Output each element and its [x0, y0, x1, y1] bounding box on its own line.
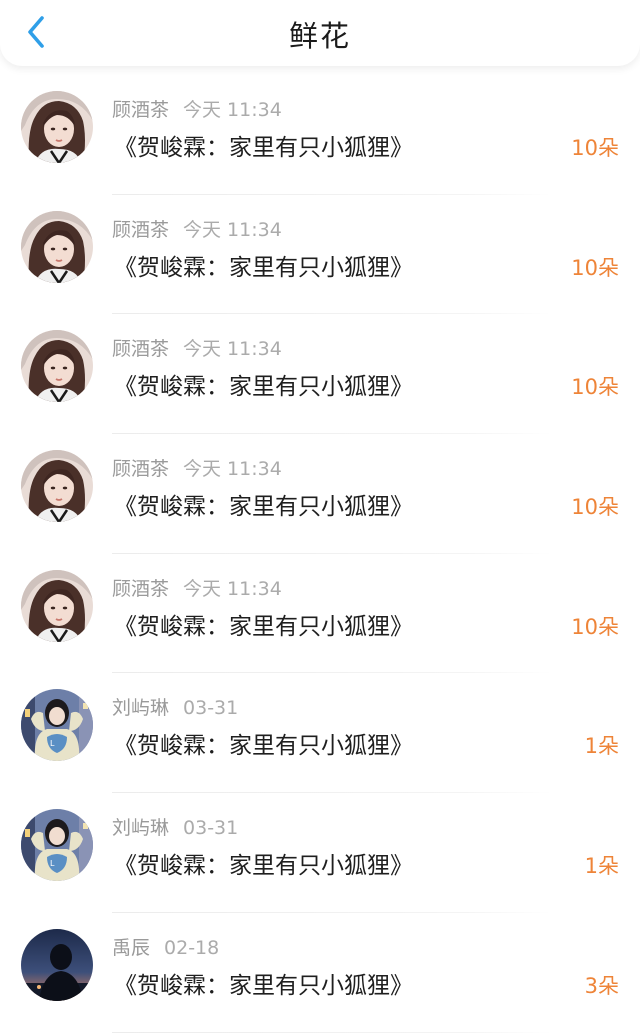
gift-time: 今天 11:34	[183, 218, 282, 241]
gift-list: 顾酒茶 今天 11:34 《贺峻霖：家里有只小狐狸》 10朵 顾酒茶 今天 11:34 《…	[0, 75, 640, 1033]
gift-list-item[interactable]: L 刘屿琳 03-31 《贺峻霖：家里有只小狐狸》 1朵	[0, 793, 640, 913]
flower-count: 1朵	[584, 734, 619, 759]
username: 顾酒茶	[112, 338, 170, 361]
gift-list-item[interactable]: 顾酒茶 今天 11:34 《贺峻霖：家里有只小狐狸》 10朵	[0, 434, 640, 554]
gift-meta: 刘屿琳 03-31	[112, 813, 238, 840]
gift-list-item[interactable]: 顾酒茶 今天 11:34 《贺峻霖：家里有只小狐狸》 10朵	[0, 314, 640, 435]
svg-text:L: L	[50, 859, 55, 868]
gift-time: 今天 11:34	[183, 338, 282, 361]
user-avatar[interactable]	[21, 928, 93, 1001]
username: 顾酒茶	[112, 458, 170, 481]
user-avatar[interactable]	[21, 450, 93, 523]
svg-text:L: L	[50, 739, 55, 748]
page-title: 鲜花	[288, 19, 351, 53]
book-title[interactable]: 《贺峻霖：家里有只小狐狸》	[114, 367, 413, 401]
book-title[interactable]: 《贺峻霖：家里有只小狐狸》	[114, 846, 413, 880]
gift-meta: 顾酒茶 今天 11:34	[112, 215, 282, 242]
username: 顾酒茶	[112, 99, 170, 121]
flower-count: 10朵	[571, 255, 619, 280]
gift-meta: 顾酒茶 今天 11:34	[112, 574, 282, 601]
flower-count: 1朵	[584, 854, 619, 879]
book-title[interactable]: 《贺峻霖：家里有只小狐狸》	[114, 248, 413, 282]
user-avatar[interactable]	[21, 330, 93, 403]
book-title[interactable]: 《贺峻霖：家里有只小狐狸》	[114, 128, 413, 162]
gift-time: 03-31	[183, 817, 239, 840]
book-title[interactable]: 《贺峻霖：家里有只小狐狸》	[114, 966, 413, 1000]
username: 禹辰	[112, 936, 151, 959]
gift-list-item[interactable]: 顾酒茶 今天 11:34 《贺峻霖：家里有只小狐狸》 10朵	[0, 195, 640, 315]
gift-time: 03-31	[183, 697, 239, 720]
user-avatar[interactable]	[21, 569, 93, 642]
user-avatar[interactable]	[21, 210, 93, 283]
book-title[interactable]: 《贺峻霖：家里有只小狐狸》	[114, 487, 413, 521]
gift-time: 02-18	[164, 936, 220, 959]
header-bar: 鲜花	[0, 0, 640, 66]
username: 刘屿琳	[112, 817, 170, 840]
gift-list-item[interactable]: 顾酒茶 今天 11:34 《贺峻霖：家里有只小狐狸》 10朵	[0, 554, 640, 674]
gift-time: 今天 11:34	[183, 577, 282, 600]
gift-list-item[interactable]: 禹辰 02-18 《贺峻霖：家里有只小狐狸》 3朵	[0, 913, 640, 1033]
gift-time: 今天 11:34	[183, 458, 282, 481]
row-divider	[112, 1031, 552, 1033]
book-title[interactable]: 《贺峻霖：家里有只小狐狸》	[114, 607, 413, 641]
user-avatar[interactable]: L	[21, 809, 93, 882]
gift-meta: 顾酒茶 今天 11:34	[112, 95, 282, 122]
book-title[interactable]: 《贺峻霖：家里有只小狐狸》	[114, 726, 413, 760]
gift-list-item[interactable]: 顾酒茶 今天 11:34 《贺峻霖：家里有只小狐狸》 10朵	[0, 75, 640, 195]
flower-count: 10朵	[571, 375, 619, 400]
user-avatar[interactable]: L	[21, 689, 93, 762]
gift-meta: 禹辰 02-18	[112, 933, 219, 960]
gift-meta: 刘屿琳 03-31	[112, 693, 238, 720]
gift-list-item[interactable]: L 刘屿琳 03-31 《贺峻霖：家里有只小狐狸》 1朵	[0, 673, 640, 794]
flower-count: 10朵	[571, 495, 619, 520]
gift-meta: 顾酒茶 今天 11:34	[112, 334, 282, 361]
username: 刘屿琳	[112, 697, 170, 720]
flower-count: 10朵	[571, 136, 619, 160]
flower-count: 10朵	[571, 614, 619, 639]
user-avatar[interactable]	[21, 91, 93, 163]
gift-time: 今天 11:34	[183, 99, 282, 121]
flower-count: 3朵	[584, 973, 619, 998]
username: 顾酒茶	[112, 218, 170, 241]
username: 顾酒茶	[112, 577, 170, 600]
gift-meta: 顾酒茶 今天 11:34	[112, 454, 282, 481]
